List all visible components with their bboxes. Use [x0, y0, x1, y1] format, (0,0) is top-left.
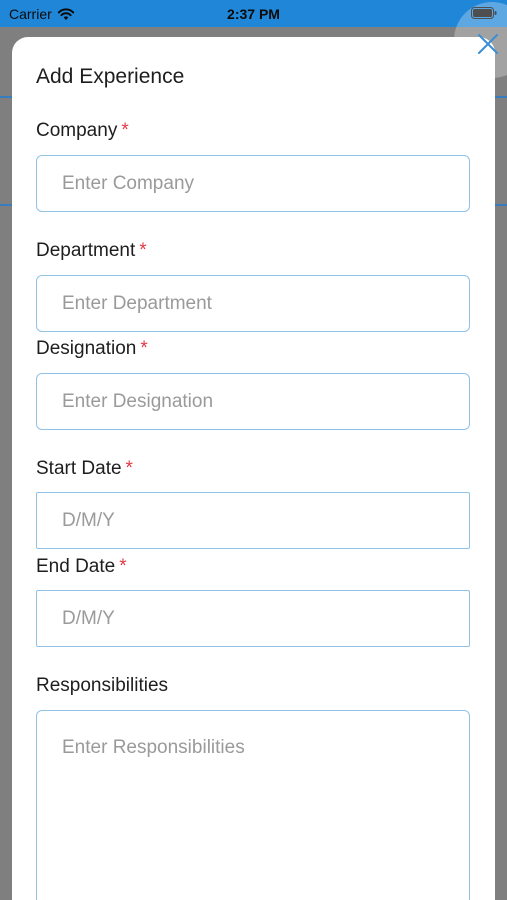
designation-placeholder: Enter Designation: [62, 390, 214, 412]
start-date-input[interactable]: D/M/Y: [36, 492, 470, 549]
department-label: Department *: [36, 240, 147, 262]
designation-input[interactable]: Enter Designation: [36, 373, 470, 430]
designation-label-text: Designation: [36, 338, 137, 359]
add-experience-modal: Add Experience Company * Enter Company De…: [12, 37, 495, 900]
start-date-label-text: Start Date: [36, 458, 122, 479]
company-input[interactable]: Enter Company: [36, 155, 470, 212]
company-placeholder: Enter Company: [62, 172, 195, 194]
company-label: Company *: [36, 120, 129, 142]
end-date-label: End Date *: [36, 556, 127, 578]
responsibilities-label: Responsibilities: [36, 675, 168, 697]
screen: Carrier 2:37 PM Add Experience Company * …: [0, 0, 507, 900]
status-bar: Carrier 2:37 PM: [0, 0, 507, 27]
end-date-label-text: End Date: [36, 556, 116, 577]
start-date-label: Start Date *: [36, 458, 133, 480]
required-mark: *: [119, 556, 127, 577]
required-mark: *: [121, 120, 129, 141]
end-date-placeholder: D/M/Y: [62, 607, 115, 629]
department-placeholder: Enter Department: [62, 292, 212, 314]
close-icon[interactable]: [477, 33, 499, 55]
designation-label: Designation *: [36, 338, 148, 360]
responsibilities-placeholder: Enter Responsibilities: [62, 737, 245, 758]
background-divider: [494, 204, 507, 206]
department-input[interactable]: Enter Department: [36, 275, 470, 332]
required-mark: *: [140, 338, 148, 359]
end-date-input[interactable]: D/M/Y: [36, 590, 470, 647]
modal-title: Add Experience: [36, 65, 185, 88]
start-date-placeholder: D/M/Y: [62, 509, 115, 531]
required-mark: *: [125, 458, 133, 479]
department-label-text: Department: [36, 240, 136, 261]
required-mark: *: [139, 240, 147, 261]
responsibilities-textarea[interactable]: Enter Responsibilities: [36, 710, 470, 900]
responsibilities-label-text: Responsibilities: [36, 675, 169, 696]
status-time: 2:37 PM: [227, 6, 280, 22]
company-label-text: Company: [36, 120, 118, 141]
background-divider: [494, 96, 507, 98]
